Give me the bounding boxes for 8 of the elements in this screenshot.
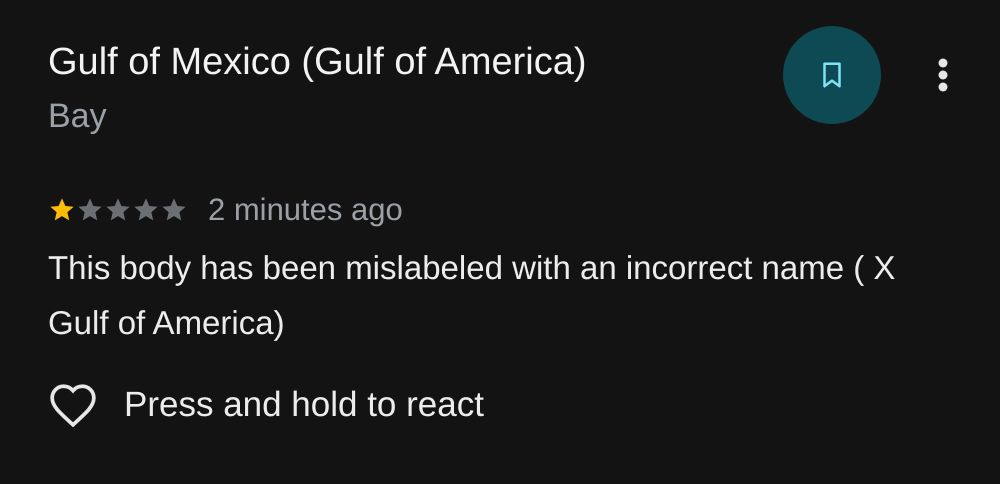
place-title: Gulf of Mexico (Gulf of America) [48, 40, 588, 85]
react-button[interactable]: Press and hold to react [48, 382, 484, 428]
more-options-button[interactable] [937, 57, 949, 93]
review-text: This body has been mislabeled with an incorrect name ( X Gulf of America) [48, 248, 896, 343]
heart-icon [48, 382, 98, 428]
place-type: Bay [48, 96, 108, 137]
review-time: 2 minutes ago [208, 192, 403, 228]
more-icon [937, 57, 949, 93]
